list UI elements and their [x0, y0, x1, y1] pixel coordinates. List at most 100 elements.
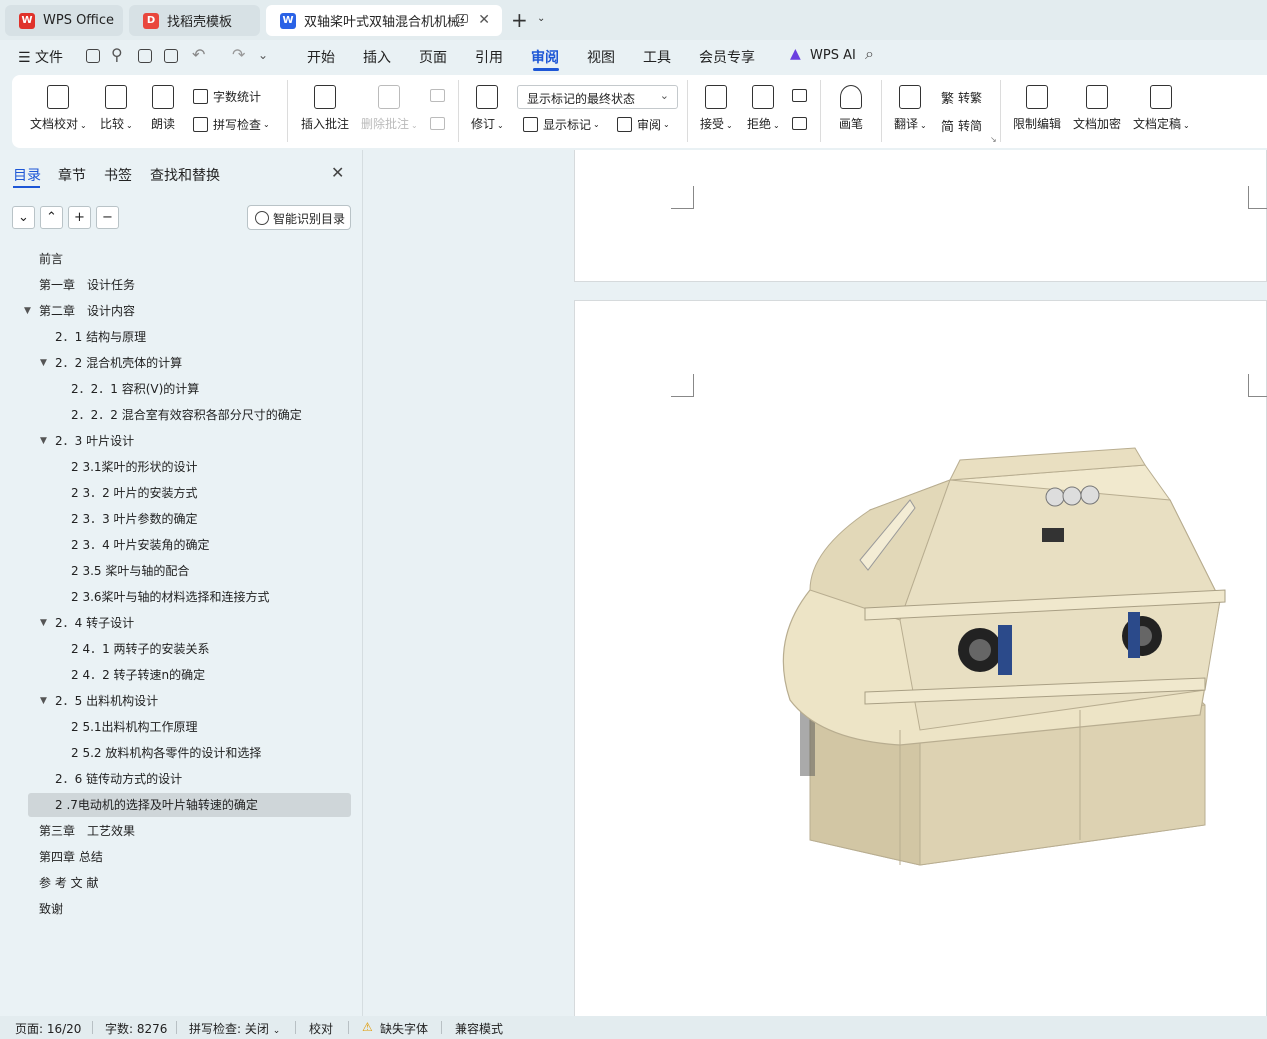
show-markup-button[interactable]: 显示标记 ⌄ — [523, 116, 600, 133]
toc-item[interactable]: 2 3.5 桨叶与轴的配合 — [71, 560, 189, 582]
toc-item[interactable]: 致谢 — [39, 898, 63, 920]
toc-item[interactable]: 2 3.1桨叶的形状的设计 — [71, 456, 198, 478]
share-icon[interactable]: ⚲ — [111, 45, 123, 64]
toc-item[interactable]: 2．2．2 混合室有效容积各部分尺寸的确定 — [71, 404, 302, 426]
undo-icon[interactable]: ↶ — [192, 45, 205, 64]
word-count-status[interactable]: 字数: 8276 — [105, 1020, 167, 1037]
toc-item[interactable]: 第一章 设计任务 — [39, 274, 135, 296]
tab-toc[interactable]: 目录 — [13, 165, 41, 185]
missing-font-status[interactable]: 缺失字体 — [380, 1020, 428, 1037]
review-pane-button[interactable]: 审阅 ⌄ — [617, 116, 670, 133]
toc-item[interactable]: 2．3 叶片设计 — [55, 430, 134, 452]
collapse-all-button[interactable]: ⌄ — [12, 206, 35, 229]
toc-item[interactable]: 2 3.6桨叶与轴的材料选择和连接方式 — [71, 586, 270, 608]
new-tab-button[interactable]: + — [511, 8, 528, 32]
save-icon[interactable] — [86, 49, 100, 63]
toc-item[interactable]: 2．6 链传动方式的设计 — [55, 768, 182, 790]
tab-document[interactable]: W 双轴桨叶式双轴混合机机械结 ✕ — [266, 5, 502, 36]
chevron-down-icon[interactable]: ⌄ — [537, 13, 545, 24]
word-count-button[interactable]: 字数统计 — [193, 88, 261, 105]
compare-button[interactable]: 比较 ⌄ — [100, 85, 133, 132]
restrict-edit-icon — [1026, 85, 1048, 109]
toc-item[interactable]: 2．1 结构与原理 — [55, 326, 146, 348]
print-icon[interactable] — [138, 49, 152, 63]
toc-item[interactable]: 参 考 文 献 — [39, 872, 98, 894]
tab-chapters[interactable]: 章节 — [58, 165, 86, 185]
close-pane-icon[interactable]: ✕ — [331, 163, 344, 182]
print-preview-icon[interactable] — [164, 49, 178, 63]
doc-check-button[interactable]: 文档校对 ⌄ — [30, 85, 87, 132]
page-indicator[interactable]: 页面: 16/20 — [15, 1020, 81, 1037]
insert-comment-button[interactable]: 插入批注 — [301, 85, 349, 132]
menu-references[interactable]: 引用 — [475, 47, 503, 67]
toc-item[interactable]: 2 3．2 叶片的安装方式 — [71, 482, 198, 504]
toc-item[interactable]: 2．2 混合机壳体的计算 — [55, 352, 182, 374]
read-aloud-button[interactable]: 朗读 — [151, 85, 175, 132]
pen-button[interactable]: 画笔 — [839, 85, 863, 132]
toc-item[interactable]: 2．2．1 容积(V)的计算 — [71, 378, 199, 400]
toc-item[interactable]: 2．4 转子设计 — [55, 612, 134, 634]
monitor-icon[interactable] — [456, 14, 468, 23]
toc-item[interactable]: 2．5 出料机构设计 — [55, 690, 158, 712]
spell-check-button[interactable]: 拼写检查 ⌄ — [193, 116, 270, 133]
menu-view[interactable]: 视图 — [587, 47, 615, 67]
smart-toc-button[interactable]: 智能识别目录 — [247, 205, 351, 230]
next-change-icon[interactable] — [792, 117, 807, 130]
toc-item[interactable]: 第四章 总结 — [39, 846, 103, 868]
expand-toggle-icon[interactable]: ▼ — [40, 430, 47, 452]
toc-item[interactable]: 2 5.2 放料机构各零件的设计和选择 — [71, 742, 261, 764]
menu-tools[interactable]: 工具 — [643, 47, 671, 67]
revise-button[interactable]: 修订 ⌄ — [471, 85, 504, 132]
menu-member[interactable]: 会员专享 — [699, 47, 755, 67]
to-simplified-button[interactable]: 简 转简 — [941, 116, 982, 135]
menu-wps-ai[interactable]: WPS AI — [810, 48, 856, 63]
previous-comment-icon[interactable] — [430, 89, 445, 102]
close-tab-icon[interactable]: ✕ — [478, 12, 490, 28]
toc-item[interactable]: 第三章 工艺效果 — [39, 820, 135, 842]
mixer-machine-image[interactable] — [750, 440, 1230, 870]
toc-item[interactable]: 2 3．3 叶片参数的确定 — [71, 508, 198, 530]
search-icon[interactable]: ⌕ — [865, 44, 874, 64]
toc-item-selected[interactable]: 2 .7电动机的选择及叶片轴转速的确定 — [55, 794, 258, 816]
toc-item[interactable]: 前言 — [39, 248, 63, 270]
accept-button[interactable]: 接受 ⌄ — [700, 85, 733, 132]
toc-item[interactable]: 2 3．4 叶片安装角的确定 — [71, 534, 210, 556]
menu-bar: ☰ 文件 ⚲ ↶ ↷ ⌄ 开始 插入 页面 引用 审阅 视图 工具 会员专享 ▲… — [0, 40, 1267, 72]
expand-toggle-icon[interactable]: ▼ — [40, 352, 47, 374]
proofread-status[interactable]: 校对 — [309, 1020, 333, 1037]
redo-icon[interactable]: ↷ — [232, 45, 245, 64]
expand-toggle-icon[interactable]: ▼ — [40, 612, 47, 634]
add-heading-button[interactable]: + — [68, 206, 91, 229]
tab-bookmarks[interactable]: 书签 — [104, 165, 132, 185]
toc-item[interactable]: 2 4．1 两转子的安装关系 — [71, 638, 210, 660]
previous-change-icon[interactable] — [792, 89, 807, 102]
delete-comment-button[interactable]: 删除批注 ⌄ — [361, 85, 418, 132]
tab-docer-templates[interactable]: D 找稻壳模板 — [129, 5, 260, 36]
translate-button[interactable]: 翻译 ⌄ — [894, 85, 927, 132]
finalize-button[interactable]: 文档定稿 ⌄ — [1133, 85, 1190, 132]
menu-review[interactable]: 审阅 — [531, 47, 559, 67]
expand-up-button[interactable]: ⌃ — [40, 206, 63, 229]
document-page[interactable] — [574, 150, 1267, 282]
next-comment-icon[interactable] — [430, 117, 445, 130]
remove-heading-button[interactable]: − — [96, 206, 119, 229]
toc-item[interactable]: 2 5.1出料机构工作原理 — [71, 716, 198, 738]
reject-button[interactable]: 拒绝 ⌄ — [747, 85, 780, 132]
markup-state-select[interactable]: 显示标记的最终状态 ⌄ — [517, 85, 678, 109]
menu-home[interactable]: 开始 — [307, 47, 335, 67]
toc-item[interactable]: 2 4．2 转子转速n的确定 — [71, 664, 205, 686]
file-menu[interactable]: ☰ 文件 — [18, 47, 63, 67]
tab-wps-office[interactable]: W WPS Office — [5, 5, 123, 36]
tab-find-replace[interactable]: 查找和替换 — [150, 165, 220, 185]
to-traditional-button[interactable]: 繁 转繁 — [941, 88, 982, 107]
expand-toggle-icon[interactable]: ▼ — [40, 690, 47, 712]
spell-check-status[interactable]: 拼写检查: 关闭 ⌄ — [189, 1020, 280, 1037]
more-chevron-icon[interactable]: ⌄ — [258, 48, 268, 62]
expand-toggle-icon[interactable]: ▼ — [24, 300, 31, 322]
menu-insert[interactable]: 插入 — [363, 47, 391, 67]
menu-page[interactable]: 页面 — [419, 47, 447, 67]
group-expand-icon[interactable]: ↘ — [990, 135, 997, 144]
encrypt-button[interactable]: 文档加密 — [1073, 85, 1121, 132]
toc-item[interactable]: 第二章 设计内容 — [39, 300, 135, 322]
restrict-edit-button[interactable]: 限制编辑 — [1013, 85, 1061, 132]
